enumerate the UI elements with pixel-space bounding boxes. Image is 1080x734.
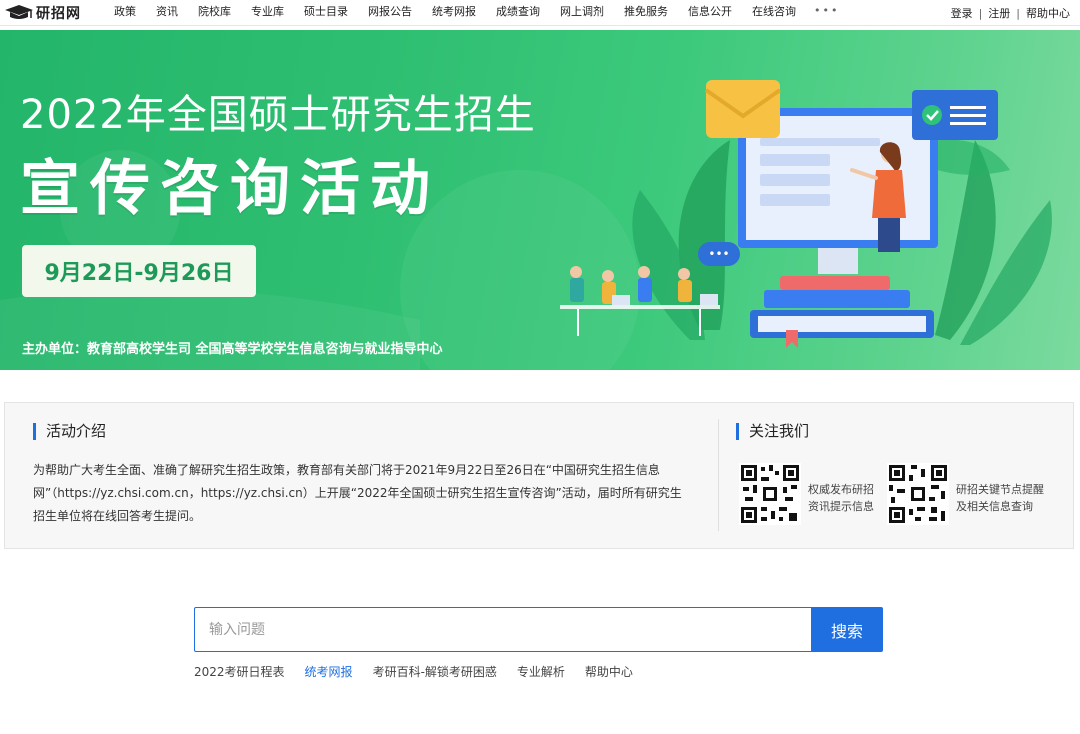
nav-item-registration[interactable]: 统考网报 xyxy=(422,0,486,26)
nav-item-schools[interactable]: 院校库 xyxy=(188,0,241,26)
nav-item-catalog[interactable]: 硕士目录 xyxy=(294,0,358,26)
consultation-illustration: ••• xyxy=(560,80,1052,348)
graduation-cap-icon xyxy=(5,5,33,19)
info-panel: 活动介绍 为帮助广大考生全面、准确了解研究生招生政策，教育部有关部门将于2021… xyxy=(4,402,1074,549)
intro-section-title: 活动介绍 xyxy=(33,423,106,440)
register-link[interactable]: 注册 xyxy=(988,5,1010,21)
site-logo[interactable]: 研招网 xyxy=(4,3,81,23)
hero-banner[interactable]: 2022年全国硕士研究生招生 宣传咨询活动 9月22日-9月26日 主办单位：教… xyxy=(0,30,1080,370)
qr1-caption: 权威发布研招 资讯提示信息 xyxy=(808,481,874,515)
quick-link-schedule[interactable]: 2022考研日程表 xyxy=(194,663,285,680)
nav-separator: | xyxy=(1016,6,1020,20)
qr1-caption-line1: 权威发布研招 xyxy=(808,483,874,496)
nav-item-news[interactable]: 资讯 xyxy=(146,0,188,26)
nav-separator: | xyxy=(978,6,983,20)
banner-title-line2: 宣传咨询活动 xyxy=(20,154,440,224)
qr-code-icon[interactable] xyxy=(887,463,949,525)
qr2-caption-line2: 及相关信息查询 xyxy=(956,500,1033,513)
nav-menu: 政策 资讯 院校库 专业库 硕士目录 网报公告 统考网报 成绩查询 网上调剂 推… xyxy=(104,0,847,26)
top-nav: 研招网 政策 资讯 院校库 专业库 硕士目录 网报公告 统考网报 成绩查询 网上… xyxy=(0,0,1080,26)
nav-item-consult[interactable]: 在线咨询 xyxy=(742,0,806,26)
qr1-caption-line2: 资讯提示信息 xyxy=(808,500,874,513)
nav-item-recommend[interactable]: 推免服务 xyxy=(614,0,678,26)
help-center-link[interactable]: 帮助中心 xyxy=(1026,5,1070,21)
more-icon[interactable]: ••• xyxy=(806,0,847,26)
logo-text: 研招网 xyxy=(36,6,81,22)
quick-link-registration[interactable]: 统考网报 xyxy=(305,663,353,680)
intro-text: 为帮助广大考生全面、准确了解研究生招生政策，教育部有关部门将于2021年9月22… xyxy=(33,463,682,523)
nav-item-announcements[interactable]: 网报公告 xyxy=(358,0,422,26)
follow-section-title: 关注我们 xyxy=(736,423,809,440)
account-links: 登录 | 注册 | 帮助中心 xyxy=(951,0,1070,26)
nav-item-adjustment[interactable]: 网上调剂 xyxy=(550,0,614,26)
banner-host-text: 主办单位：教育部高校学生司 全国高等学校学生信息咨询与就业指导中心 xyxy=(22,342,443,357)
login-link[interactable]: 登录 xyxy=(951,5,973,21)
banner-date-badge: 9月22日-9月26日 xyxy=(22,245,256,297)
chat-bubble-icon: ••• xyxy=(708,247,729,261)
quick-link-major-analysis[interactable]: 专业解析 xyxy=(517,663,565,680)
quick-link-wiki[interactable]: 考研百科-解锁考研困惑 xyxy=(373,663,497,680)
banner-title-line1: 2022年全国硕士研究生招生 xyxy=(20,92,536,138)
nav-item-scores[interactable]: 成绩查询 xyxy=(486,0,550,26)
section-divider xyxy=(718,419,719,531)
qr2-caption-line1: 研招关键节点提醒 xyxy=(956,483,1044,496)
nav-item-policy[interactable]: 政策 xyxy=(104,0,146,26)
nav-item-majors[interactable]: 专业库 xyxy=(241,0,294,26)
quick-links: 2022考研日程表 统考网报 考研百科-解锁考研困惑 专业解析 帮助中心 xyxy=(194,663,653,680)
search-input[interactable] xyxy=(194,607,811,652)
qr-code-icon[interactable] xyxy=(739,463,801,525)
search-button[interactable]: 搜索 xyxy=(811,607,883,652)
qr2-caption: 研招关键节点提醒 及相关信息查询 xyxy=(956,481,1044,515)
nav-item-disclosure[interactable]: 信息公开 xyxy=(678,0,742,26)
search-bar: 搜索 xyxy=(194,607,883,652)
quick-link-help[interactable]: 帮助中心 xyxy=(585,663,633,680)
